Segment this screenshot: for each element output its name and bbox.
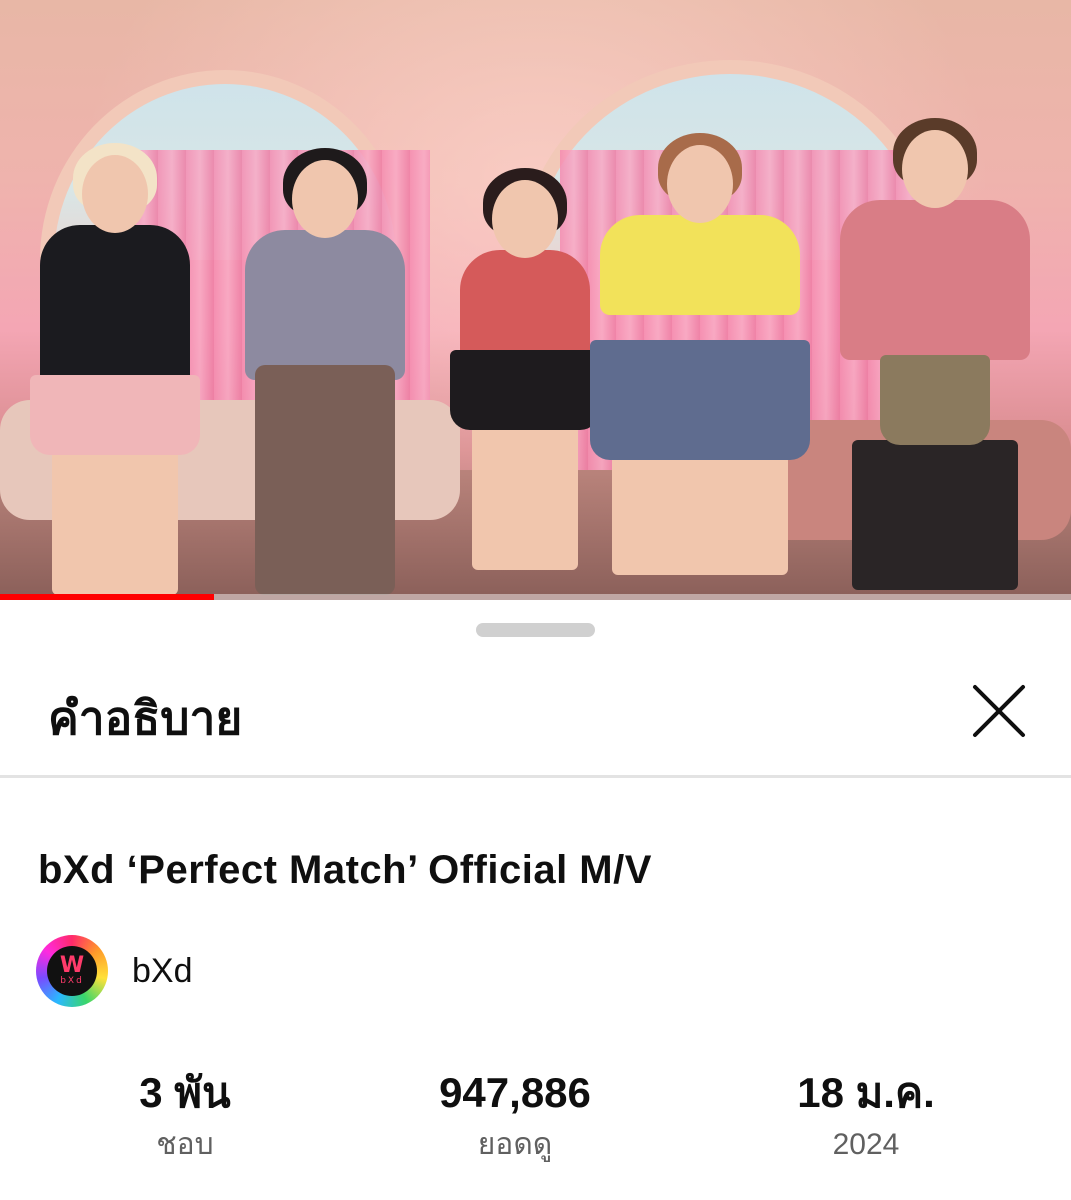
video-dancer-4 (590, 133, 810, 575)
channel-row[interactable]: W bXd bXd (36, 935, 193, 1007)
sheet-header: คำอธิบาย (0, 640, 1071, 778)
views-label: ยอดดู (477, 1128, 553, 1161)
description-sheet: คำอธิบาย bXd ‘Perfect Match’ Official M/… (0, 600, 1071, 1200)
channel-avatar[interactable]: W bXd (36, 935, 108, 1007)
channel-logo-mark: W (59, 953, 85, 978)
sheet-drag-handle[interactable] (476, 623, 595, 637)
close-button[interactable] (964, 676, 1034, 746)
video-dancer-3 (450, 168, 600, 570)
likes-count: 3 พัน (139, 1069, 231, 1116)
sheet-title: คำอธิบาย (48, 692, 243, 744)
video-stats: 3 พัน ชอบ 947,886 ยอดดู 18 ม.ค. 2024 (0, 1065, 1071, 1175)
likes-label: ชอบ (156, 1128, 214, 1161)
publish-date: 18 ม.ค. (797, 1069, 935, 1116)
channel-logo-text: bXd (60, 976, 84, 986)
video-dancer-2 (245, 148, 405, 595)
video-dancer-5 (840, 118, 1030, 590)
views-stat: 947,886 ยอดดู (365, 1065, 665, 1167)
video-dancer-1 (30, 143, 200, 595)
channel-logo-icon: W bXd (47, 946, 97, 996)
channel-name[interactable]: bXd (132, 952, 193, 991)
publish-year: 2024 (832, 1128, 900, 1161)
date-stat: 18 ม.ค. 2024 (716, 1065, 1016, 1167)
video-player[interactable] (0, 0, 1071, 600)
video-title: bXd ‘Perfect Match’ Official M/V (38, 848, 652, 892)
views-count: 947,886 (439, 1069, 591, 1116)
close-icon (973, 685, 1025, 737)
likes-stat: 3 พัน ชอบ (35, 1065, 335, 1167)
